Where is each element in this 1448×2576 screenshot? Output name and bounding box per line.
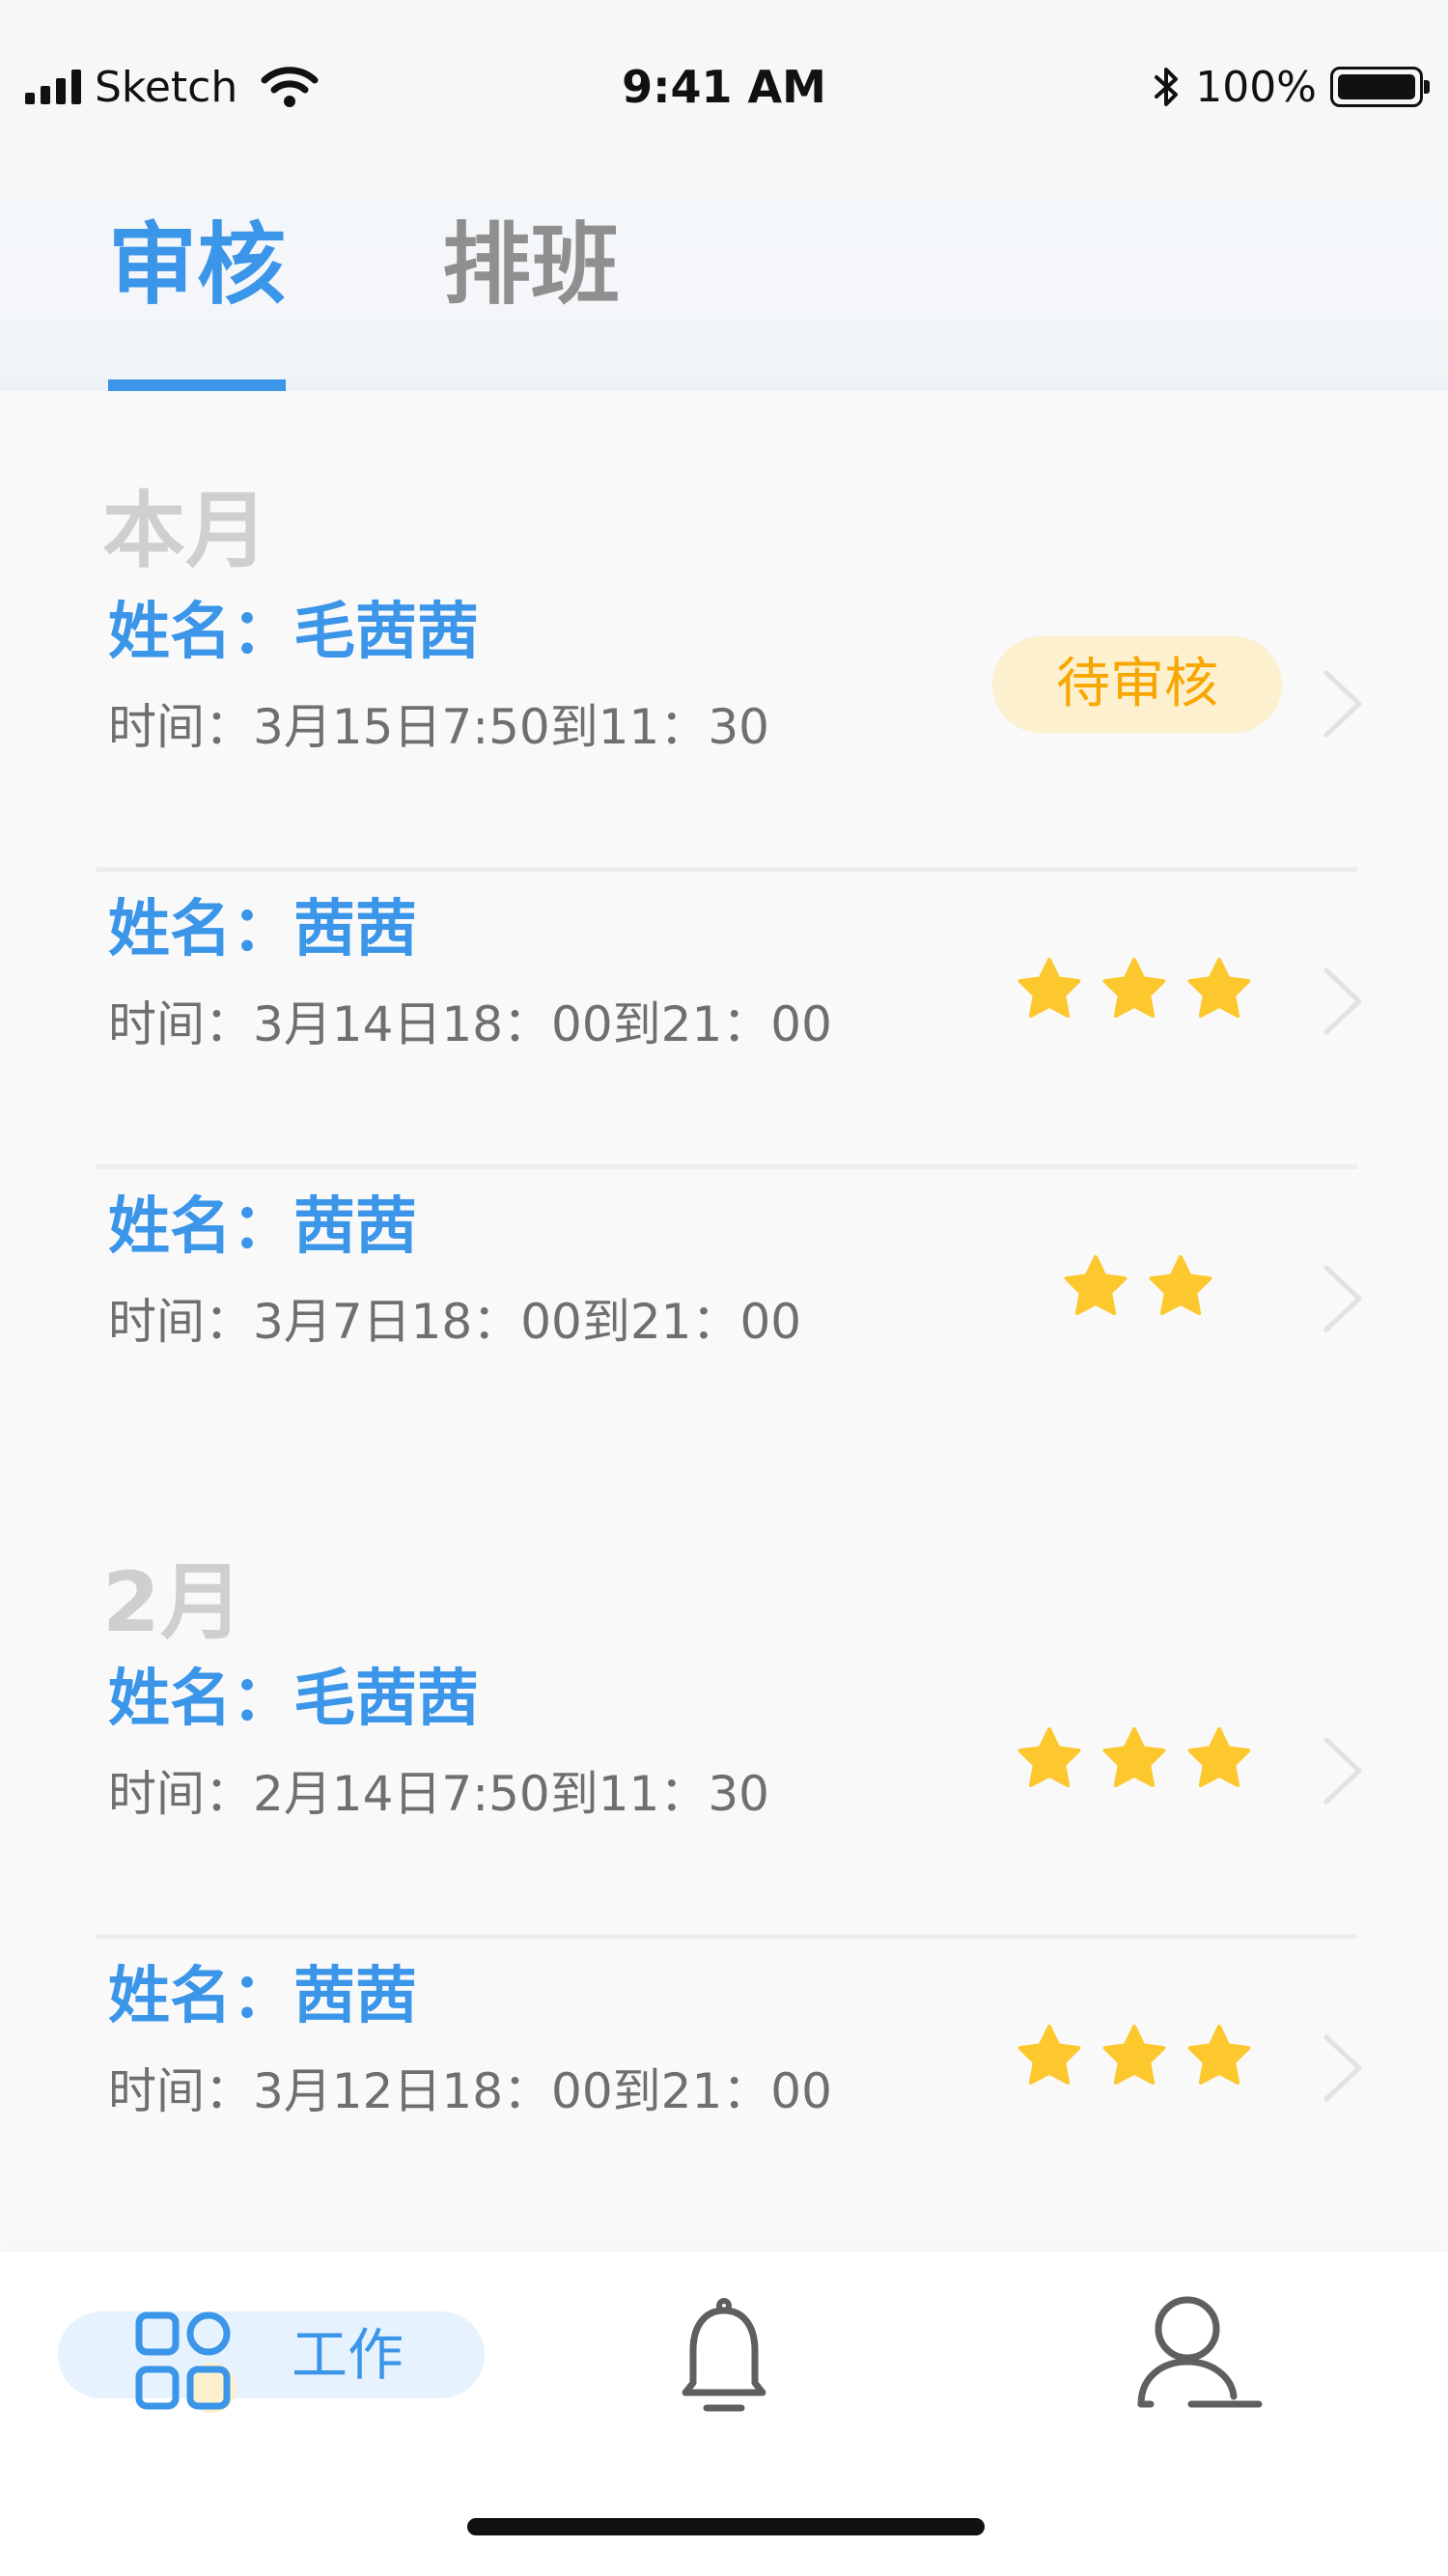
section-title-february: 2月 (102, 1554, 243, 1651)
tab-bar: 审核 排班 (0, 174, 1448, 391)
record-time: 时间：3月14日18：00到21：00 (108, 996, 832, 1052)
bell-icon[interactable] (674, 2296, 774, 2416)
star-icon (1187, 2025, 1251, 2085)
star-rating (1016, 1726, 1253, 1790)
star-icon (1017, 2025, 1081, 2085)
star-rating (1016, 2024, 1253, 2087)
status-bar: Sketch 9:41 AM 100% (0, 0, 1448, 174)
star-rating (1062, 1254, 1214, 1318)
record-time: 时间：3月12日18：00到21：00 (108, 2063, 832, 2119)
chevron-right-icon (1323, 670, 1362, 738)
status-right: 100% (1153, 58, 1430, 116)
star-icon (1187, 958, 1251, 1018)
bluetooth-icon (1155, 68, 1179, 106)
nav-item-work-label: 工作 (292, 2322, 404, 2388)
battery-percent: 100% (1195, 62, 1317, 112)
section-title-this-month: 本月 (102, 483, 268, 579)
record-name: 姓名：茜茜 (108, 1961, 417, 2032)
record-time: 时间：2月14日7:50到11：30 (108, 1766, 769, 1822)
star-icon (1187, 1727, 1251, 1787)
list-item[interactable]: 姓名：毛茜茜 时间：3月15日7:50到11：30 待审核 (0, 574, 1448, 872)
record-time: 时间：3月15日7:50到11：30 (108, 699, 769, 755)
record-name: 姓名：茜茜 (108, 894, 417, 966)
list-item[interactable]: 姓名：茜茜 时间：3月14日18：00到21：00 (0, 872, 1448, 1169)
star-icon (1102, 958, 1166, 1018)
user-icon[interactable] (1131, 2294, 1267, 2414)
tab-schedule[interactable]: 排班 (442, 212, 620, 319)
home-indicator (467, 2518, 985, 2535)
chevron-right-icon (1323, 2034, 1362, 2102)
star-icon (1017, 958, 1081, 1018)
battery-icon (1330, 67, 1430, 107)
chevron-right-icon (1323, 1737, 1362, 1805)
active-tab-indicator (108, 379, 286, 391)
record-time: 时间：3月7日18：00到21：00 (108, 1294, 802, 1350)
list-item[interactable]: 姓名：茜茜 时间：3月12日18：00到21：00 (0, 1939, 1448, 2236)
list-item[interactable]: 姓名：毛茜茜 时间：2月14日7:50到11：30 (0, 1641, 1448, 1939)
status-badge: 待审核 (992, 636, 1282, 733)
nav-item-work[interactable]: 工作 (58, 2311, 485, 2413)
star-rating (1016, 957, 1253, 1021)
chevron-right-icon (1323, 967, 1362, 1035)
tab-review[interactable]: 审核 (108, 212, 286, 319)
star-icon (1017, 1727, 1081, 1787)
chevron-right-icon (1323, 1265, 1362, 1332)
record-name: 姓名：毛茜茜 (108, 597, 479, 668)
star-icon (1064, 1255, 1128, 1315)
record-name: 姓名：茜茜 (108, 1191, 417, 1263)
record-name: 姓名：毛茜茜 (108, 1664, 479, 1735)
star-icon (1102, 1727, 1166, 1787)
star-icon (1149, 1255, 1212, 1315)
grid-apps-icon (135, 2311, 237, 2413)
star-icon (1102, 2025, 1166, 2085)
bottom-nav: 工作 (0, 2252, 1448, 2576)
list-item[interactable]: 姓名：茜茜 时间：3月7日18：00到21：00 (0, 1169, 1448, 1467)
